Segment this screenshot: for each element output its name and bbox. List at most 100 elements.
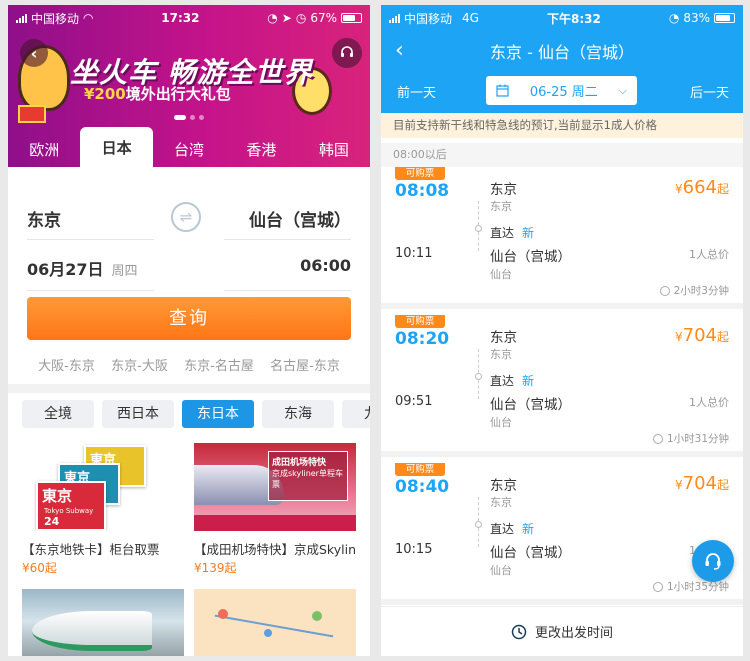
booking-notice: 目前支持新干线和特急线的预订,当前显示1成人价格	[381, 113, 743, 138]
filter-all[interactable]: 全境	[22, 400, 94, 428]
skyliner-label: 成田机场特快 京成skyliner单程车票	[268, 451, 348, 501]
product-image-subway[interactable]: 東京 東京 東京 Tokyo Subway 24	[22, 443, 184, 531]
product-price: ¥139起	[194, 561, 237, 575]
filter-west-japan[interactable]: 西日本	[102, 400, 174, 428]
right-screen: 中国移动 4G 下午8:32 ◔ 83% ‹ 东京 - 仙台（宫城） 前一天 06-…	[381, 5, 743, 656]
price: ¥664起	[674, 177, 729, 198]
divider	[224, 239, 351, 240]
departure-time: 08:40	[395, 477, 450, 497]
product-image-map[interactable]	[194, 589, 356, 656]
train-type: 直达新	[490, 226, 535, 240]
tab-hongkong[interactable]: 香港	[225, 131, 297, 169]
page-title: 东京 - 仙台（宫城）	[490, 43, 634, 62]
date-field[interactable]: 06月27日 周四	[27, 256, 138, 280]
from-station: 东京	[490, 478, 517, 494]
clock-icon	[511, 624, 527, 639]
to-station: 仙台（宫城）	[490, 249, 571, 265]
divider	[27, 290, 154, 291]
from-station: 东京	[490, 330, 517, 346]
to-station[interactable]: 仙台（宫城）	[249, 206, 351, 231]
new-badge: 新	[522, 522, 535, 536]
next-day-button[interactable]: 后一天	[690, 82, 729, 101]
search-history: 大阪-东京 东京-大阪 东京-名古屋 名古屋-东京	[8, 355, 370, 374]
battery-icon	[714, 13, 735, 23]
change-time-button[interactable]: 更改出发时间	[381, 606, 743, 656]
train-type: 直达新	[490, 374, 535, 388]
train-row[interactable]: 可购票 08:40 10:15 东京 东京 直达新 仙台（宫城） 仙台 ¥704…	[381, 463, 743, 605]
swap-stations-icon[interactable]: ⇌	[171, 202, 201, 232]
product-image-shinkansen[interactable]	[22, 589, 184, 656]
from-station[interactable]: 东京	[27, 206, 61, 231]
left-screen: 坐火车 畅游全世界 ¥200境外出行大礼包 中国移动 ◠ 17:32 ◔ ➤ ◷ 67%…	[8, 5, 370, 656]
signal-icon	[389, 13, 400, 23]
from-station: 东京	[490, 182, 517, 198]
train-row[interactable]: 可购票 08:08 10:11 东京 东京 直达新 仙台（宫城） 仙台 ¥664…	[381, 167, 743, 309]
search-form: 东京 ⇌ 仙台（宫城） 06月27日 周四 06:00 查询 大阪-东京 东京-大…	[8, 167, 370, 384]
duration: 2小时3分钟	[659, 283, 729, 298]
arrival-time: 09:51	[395, 394, 433, 409]
product-title[interactable]: 【成田机场特快】京成Skyliner	[194, 539, 356, 558]
lock-rotation-icon: ◔	[668, 11, 680, 25]
clock-icon	[659, 285, 670, 296]
clock-icon	[652, 433, 663, 444]
battery-icon	[341, 13, 362, 23]
status-time: 下午8:32	[546, 11, 601, 26]
to-station-sub: 仙台	[490, 416, 512, 429]
date-selector[interactable]: 06-25 周二 ⌵	[486, 76, 637, 105]
price: ¥704起	[674, 473, 729, 494]
history-item[interactable]: 东京-大阪	[111, 355, 168, 374]
divider	[224, 290, 351, 291]
train-illustration	[32, 611, 152, 651]
available-tag: 可购票	[395, 463, 445, 476]
departure-time: 08:20	[395, 329, 450, 349]
new-badge: 新	[522, 226, 535, 240]
tab-europe[interactable]: 欧洲	[8, 131, 80, 169]
price: ¥704起	[674, 325, 729, 346]
arrival-time: 10:15	[395, 542, 433, 557]
prev-day-button[interactable]: 前一天	[397, 82, 436, 101]
headset-icon	[705, 553, 721, 570]
tab-korea[interactable]: 韩国	[298, 131, 370, 169]
tab-japan[interactable]: 日本	[80, 127, 153, 169]
product-image-skyliner[interactable]: 成田机场特快 京成skyliner单程车票	[194, 443, 356, 531]
new-badge: 新	[522, 374, 535, 388]
selected-date: 06-25 周二	[529, 85, 598, 100]
price-note: 1人总价	[689, 396, 729, 409]
to-station: 仙台（宫城）	[490, 545, 571, 561]
carousel-dots	[174, 115, 204, 120]
arrival-time: 10:11	[395, 246, 433, 261]
alarm-icon: ◷	[295, 11, 307, 25]
product-price: ¥60起	[22, 561, 57, 575]
query-button[interactable]: 查询	[27, 297, 351, 340]
status-bar: 中国移动 4G 下午8:32 ◔ 83%	[381, 5, 743, 31]
filter-kyushu[interactable]: 九州	[342, 400, 370, 428]
tab-taiwan[interactable]: 台湾	[153, 131, 225, 169]
customer-service-icon[interactable]	[332, 38, 362, 68]
filter-tokai[interactable]: 东海	[262, 400, 334, 428]
status-bar: 中国移动 ◠ 17:32 ◔ ➤ ◷ 67%	[8, 5, 370, 31]
filter-east-japan[interactable]: 东日本	[182, 400, 254, 428]
wifi-icon: ◠	[83, 11, 94, 25]
divider	[27, 239, 154, 240]
banner-subtitle: ¥200境外出行大礼包	[84, 85, 231, 103]
back-icon[interactable]: ‹	[20, 39, 48, 67]
banner-strip	[194, 515, 356, 531]
available-tag: 可购票	[395, 315, 445, 328]
history-item[interactable]: 东京-名古屋	[184, 355, 254, 374]
time-field[interactable]: 06:00	[300, 256, 351, 275]
customer-service-button[interactable]	[692, 540, 734, 582]
calendar-icon	[496, 84, 509, 97]
train-row[interactable]: 可购票 08:20 09:51 东京 东京 直达新 仙台（宫城） 仙台 ¥704…	[381, 315, 743, 457]
from-station-sub: 东京	[490, 496, 512, 509]
history-item[interactable]: 名古屋-东京	[270, 355, 340, 374]
region-filter: 全境 西日本 东日本 东海 九州	[22, 400, 370, 428]
product-title[interactable]: 【东京地铁卡】柜台取票	[22, 539, 186, 558]
chevron-down-icon: ⌵	[618, 83, 627, 97]
to-station-sub: 仙台	[490, 268, 512, 281]
history-item[interactable]: 大阪-东京	[38, 355, 95, 374]
train-type: 直达新	[490, 522, 535, 536]
status-time: 17:32	[161, 11, 200, 25]
lock-rotation-icon: ◔	[267, 11, 278, 25]
ticket-red: 東京 Tokyo Subway 24	[36, 481, 106, 531]
from-station-sub: 东京	[490, 348, 512, 361]
